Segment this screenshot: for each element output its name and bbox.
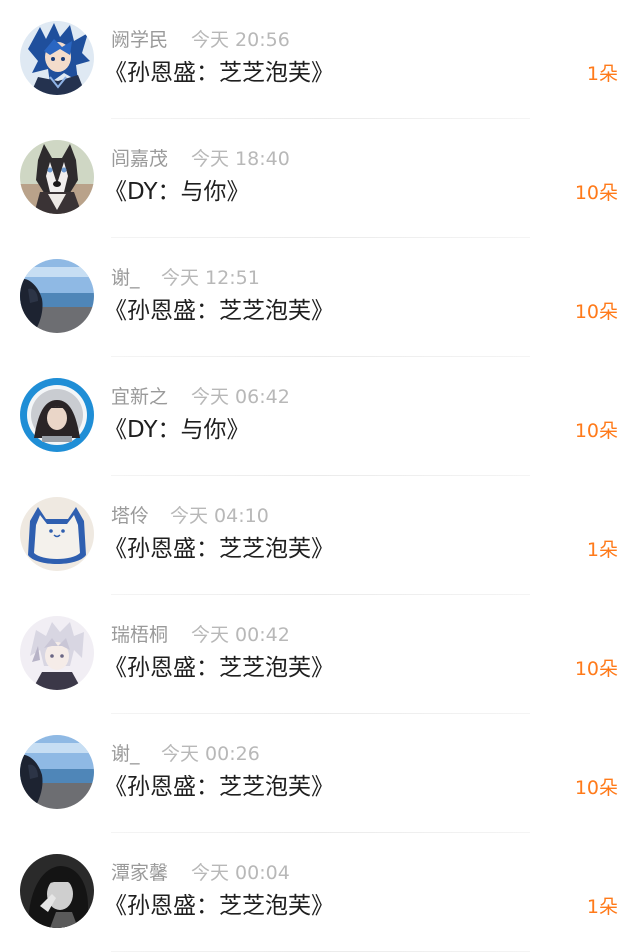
gift-count: 10朵: [574, 301, 618, 323]
girl-blue-ring-avatar[interactable]: [20, 378, 94, 452]
list-item[interactable]: 塔伶 今天 04:10 《孙恩盛：芝芝泡芙》 1朵: [0, 476, 640, 595]
seaside-girl-avatar[interactable]: [20, 259, 94, 333]
song-title: 《孙恩盛：芝芝泡芙》: [104, 60, 334, 86]
user-name[interactable]: 阙学民: [111, 28, 168, 52]
timestamp: 今天 12:51: [161, 267, 260, 289]
list-item[interactable]: 谢_ 今天 00:26 《孙恩盛：芝芝泡芙》 10朵: [0, 714, 640, 833]
timestamp: 今天 00:26: [161, 743, 260, 765]
bw-girl-avatar[interactable]: [20, 854, 94, 928]
gift-count: 1朵: [586, 896, 618, 918]
song-title: 《孙恩盛：芝芝泡芙》: [104, 774, 334, 800]
list-item[interactable]: 阙学民 今天 20:56 《孙恩盛：芝芝泡芙》 1朵: [0, 0, 640, 119]
song-title: 《孙恩盛：芝芝泡芙》: [104, 893, 334, 919]
song-title: 《孙恩盛：芝芝泡芙》: [104, 536, 334, 562]
song-title: 《DY：与你》: [104, 417, 250, 443]
anime-boy-blue-hair-avatar[interactable]: [20, 21, 94, 95]
gift-count: 1朵: [586, 63, 618, 85]
song-title: 《孙恩盛：芝芝泡芙》: [104, 298, 334, 324]
gift-count: 10朵: [574, 777, 618, 799]
timestamp: 今天 20:56: [191, 29, 290, 51]
husky-dog-avatar[interactable]: [20, 140, 94, 214]
gift-count: 10朵: [574, 420, 618, 442]
list-item[interactable]: 瑞梧桐 今天 00:42 《孙恩盛：芝芝泡芙》 10朵: [0, 595, 640, 714]
cat-cushion-avatar[interactable]: [20, 497, 94, 571]
user-name[interactable]: 塔伶: [111, 504, 149, 528]
list-item[interactable]: 宜新之 今天 06:42 《DY：与你》 10朵: [0, 357, 640, 476]
user-name[interactable]: 闾嘉茂: [111, 147, 168, 171]
gift-count: 1朵: [586, 539, 618, 561]
user-name[interactable]: 宜新之: [111, 385, 168, 409]
gift-count: 10朵: [574, 182, 618, 204]
user-name[interactable]: 谢_: [111, 742, 140, 766]
user-name[interactable]: 瑞梧桐: [111, 623, 168, 647]
user-name[interactable]: 谢_: [111, 266, 140, 290]
user-name[interactable]: 潭家馨: [111, 861, 168, 885]
song-title: 《DY：与你》: [104, 179, 250, 205]
gift-count: 10朵: [574, 658, 618, 680]
timestamp: 今天 00:04: [191, 862, 290, 884]
gift-record-list: 阙学民 今天 20:56 《孙恩盛：芝芝泡芙》 1朵 闾嘉茂 今天 18:40 …: [0, 0, 640, 952]
list-item[interactable]: 谢_ 今天 12:51 《孙恩盛：芝芝泡芙》 10朵: [0, 238, 640, 357]
song-title: 《孙恩盛：芝芝泡芙》: [104, 655, 334, 681]
seaside-girl-avatar[interactable]: [20, 735, 94, 809]
timestamp: 今天 06:42: [191, 386, 290, 408]
anime-boy-white-hair-avatar[interactable]: [20, 616, 94, 690]
list-item[interactable]: 闾嘉茂 今天 18:40 《DY：与你》 10朵: [0, 119, 640, 238]
timestamp: 今天 00:42: [191, 624, 290, 646]
list-item[interactable]: 潭家馨 今天 00:04 《孙恩盛：芝芝泡芙》 1朵: [0, 833, 640, 952]
timestamp: 今天 18:40: [191, 148, 290, 170]
timestamp: 今天 04:10: [170, 505, 269, 527]
